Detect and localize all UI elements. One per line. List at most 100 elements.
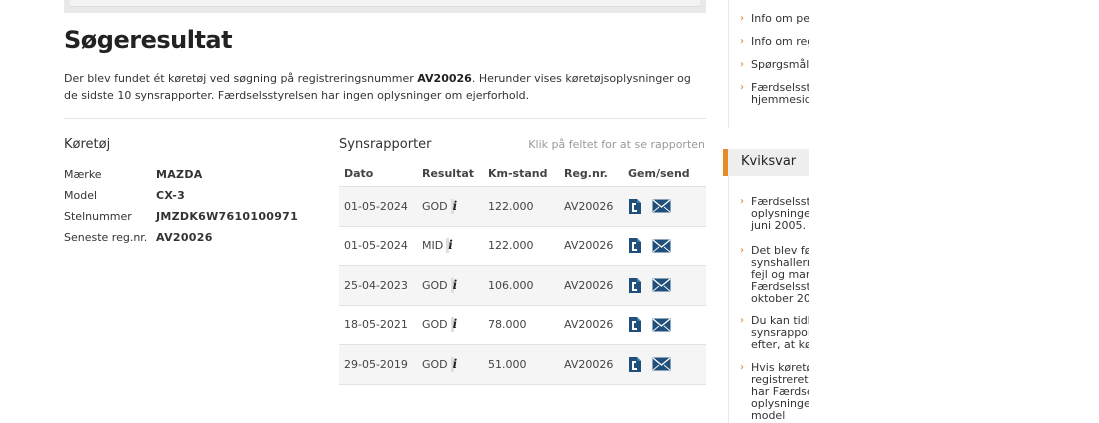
report-reg: AV20026 [564, 199, 614, 213]
report-reg: AV20026 [564, 278, 614, 292]
intro-text: Der blev fundet ét køretøj ved søgning p… [64, 72, 691, 102]
table-row[interactable]: 18-05-2021 GOD i 78.000 AV20026 [339, 306, 706, 345]
report-actions [624, 356, 706, 373]
send-mail-icon[interactable] [652, 278, 671, 292]
arrow-right-icon: › [740, 362, 744, 373]
reports-table: Dato Resultat Km-stand Reg.nr. Gem/send … [339, 160, 706, 385]
table-row[interactable]: 01-05-2024 MID i 122.000 AV20026 [339, 227, 706, 266]
info-icon-glyph: i [452, 198, 458, 213]
report-result-text: GOD [422, 199, 448, 213]
info-icon-glyph: i [452, 277, 458, 292]
column-header-gem-send: Gem/send [628, 166, 690, 180]
arrow-right-icon: › [740, 36, 744, 47]
vehicle-value: MAZDA [156, 168, 203, 181]
info-icon[interactable]: i [446, 238, 456, 254]
table-row[interactable]: 01-05-2024 GOD i 122.000 AV20026 [339, 187, 706, 227]
intro-reg-number: AV20026 [417, 72, 472, 85]
kviksvar-item[interactable]: ›Færdselsstyoplysningerjuni 2005. [729, 196, 809, 232]
arrow-right-icon: › [740, 245, 744, 256]
kviksvar-item[interactable]: › Hvis køretø registreret har Færdse oplysni… [729, 362, 809, 422]
report-km: 122.000 [488, 199, 534, 213]
sidebar-link[interactable]: › Info om pe [729, 13, 809, 25]
table-row[interactable]: 25-04-2023 GOD i 106.000 AV20026 [339, 266, 706, 306]
report-km: 106.000 [488, 278, 534, 292]
vehicle-label: Stelnummer [64, 210, 132, 223]
vehicle-value: CX-3 [156, 189, 186, 202]
vehicle-heading: Køretøj [64, 137, 111, 152]
search-box-remnant [64, 0, 706, 13]
vehicle-row-make: Mærke MAZDA [64, 164, 324, 185]
vehicle-value: AV20026 [156, 231, 213, 244]
report-result-text: MID [422, 239, 444, 253]
kviksvar-title: Kviksvar [741, 154, 797, 169]
reports-table-header: Dato Resultat Km-stand Reg.nr. Gem/send [339, 160, 706, 187]
report-reg: AV20026 [564, 239, 614, 253]
vehicle-row-latest-reg: Seneste reg.nr. AV20026 [64, 227, 324, 248]
report-result: GOD i [418, 277, 484, 293]
vehicle-value: JMZDK6W7610100971 [156, 210, 299, 223]
report-result: MID i [418, 238, 484, 254]
arrow-right-icon: › [740, 82, 744, 93]
save-document-icon[interactable] [628, 277, 642, 294]
report-actions [624, 237, 706, 254]
vehicle-row-vin: Stelnummer JMZDK6W7610100971 [64, 206, 324, 227]
column-header-result: Resultat [422, 166, 475, 180]
info-icon[interactable]: i [450, 317, 460, 333]
save-document-icon[interactable] [628, 198, 642, 215]
sidebar-link[interactable]: ›Færdselsstyhjemmesid [729, 82, 809, 106]
info-icon[interactable]: i [450, 198, 460, 214]
vehicle-label: Model [64, 189, 98, 202]
vehicle-details: Mærke MAZDA Model CX-3 Stelnummer JMZDK6… [64, 164, 324, 248]
kviksvar-header: Kviksvar [723, 149, 809, 176]
reports-table-body: 01-05-2024 GOD i 122.000 AV20026 01-05-2024 MI… [339, 187, 706, 385]
save-document-icon[interactable] [628, 356, 642, 373]
report-date: 25-04-2023 [344, 278, 408, 292]
info-icon-glyph: i [452, 317, 458, 332]
report-km: 51.000 [488, 357, 527, 371]
report-km: 78.000 [488, 318, 527, 332]
sidebar-link[interactable]: › Info om reg [729, 36, 809, 48]
report-date: 01-05-2024 [344, 199, 408, 213]
kviksvar-panel: ›Færdselsstyoplysningerjuni 2005. ›Det bl… [728, 176, 809, 423]
save-document-icon[interactable] [628, 316, 642, 333]
info-icon-glyph: i [452, 356, 458, 371]
report-result: GOD i [418, 317, 484, 333]
send-mail-icon[interactable] [652, 199, 671, 213]
send-mail-icon[interactable] [652, 357, 671, 371]
send-mail-icon[interactable] [652, 318, 671, 332]
right-background [809, 0, 1099, 423]
report-result-text: GOD [422, 318, 448, 332]
page-title: Søgeresultat [64, 26, 233, 54]
sidebar-link[interactable]: › Spørgsmål [729, 59, 809, 71]
send-mail-icon[interactable] [652, 239, 671, 253]
arrow-right-icon: › [740, 196, 744, 207]
report-actions [624, 198, 706, 215]
vehicle-row-model: Model CX-3 [64, 185, 324, 206]
table-row[interactable]: 29-05-2019 GOD i 51.000 AV20026 [339, 345, 706, 385]
report-actions [624, 277, 706, 294]
info-icon[interactable]: i [450, 277, 460, 293]
column-header-date: Dato [344, 166, 374, 180]
reports-hint: Klik på feltet for at se rapporten [528, 138, 705, 151]
sidebar-links-panel: › Info om pe › Info om reg › Spørgsmål › Færdse… [728, 0, 809, 128]
divider [64, 118, 706, 119]
kviksvar-item[interactable]: › Du kan tidli synsrappor efter, at kø [729, 315, 809, 351]
arrow-right-icon: › [740, 315, 744, 326]
kviksvar-item[interactable]: › Det blev fø synshallern fejl og man Færdse… [729, 245, 809, 305]
report-result: GOD i [418, 198, 484, 214]
info-icon-glyph: i [448, 238, 453, 253]
report-actions [624, 316, 706, 333]
vehicle-label: Seneste reg.nr. [64, 231, 148, 244]
sidebar: › Info om pe › Info om reg › Spørgsmål › Færdse… [723, 0, 809, 423]
arrow-right-icon: › [740, 13, 744, 24]
report-km: 122.000 [488, 239, 534, 253]
report-date: 01-05-2024 [344, 239, 408, 253]
info-icon[interactable]: i [450, 356, 460, 372]
report-reg: AV20026 [564, 318, 614, 332]
reports-heading: Synsrapporter [339, 137, 432, 152]
report-result-text: GOD [422, 278, 448, 292]
save-document-icon[interactable] [628, 237, 642, 254]
vehicle-label: Mærke [64, 168, 102, 181]
report-reg: AV20026 [564, 357, 614, 371]
report-date: 29-05-2019 [344, 357, 408, 371]
